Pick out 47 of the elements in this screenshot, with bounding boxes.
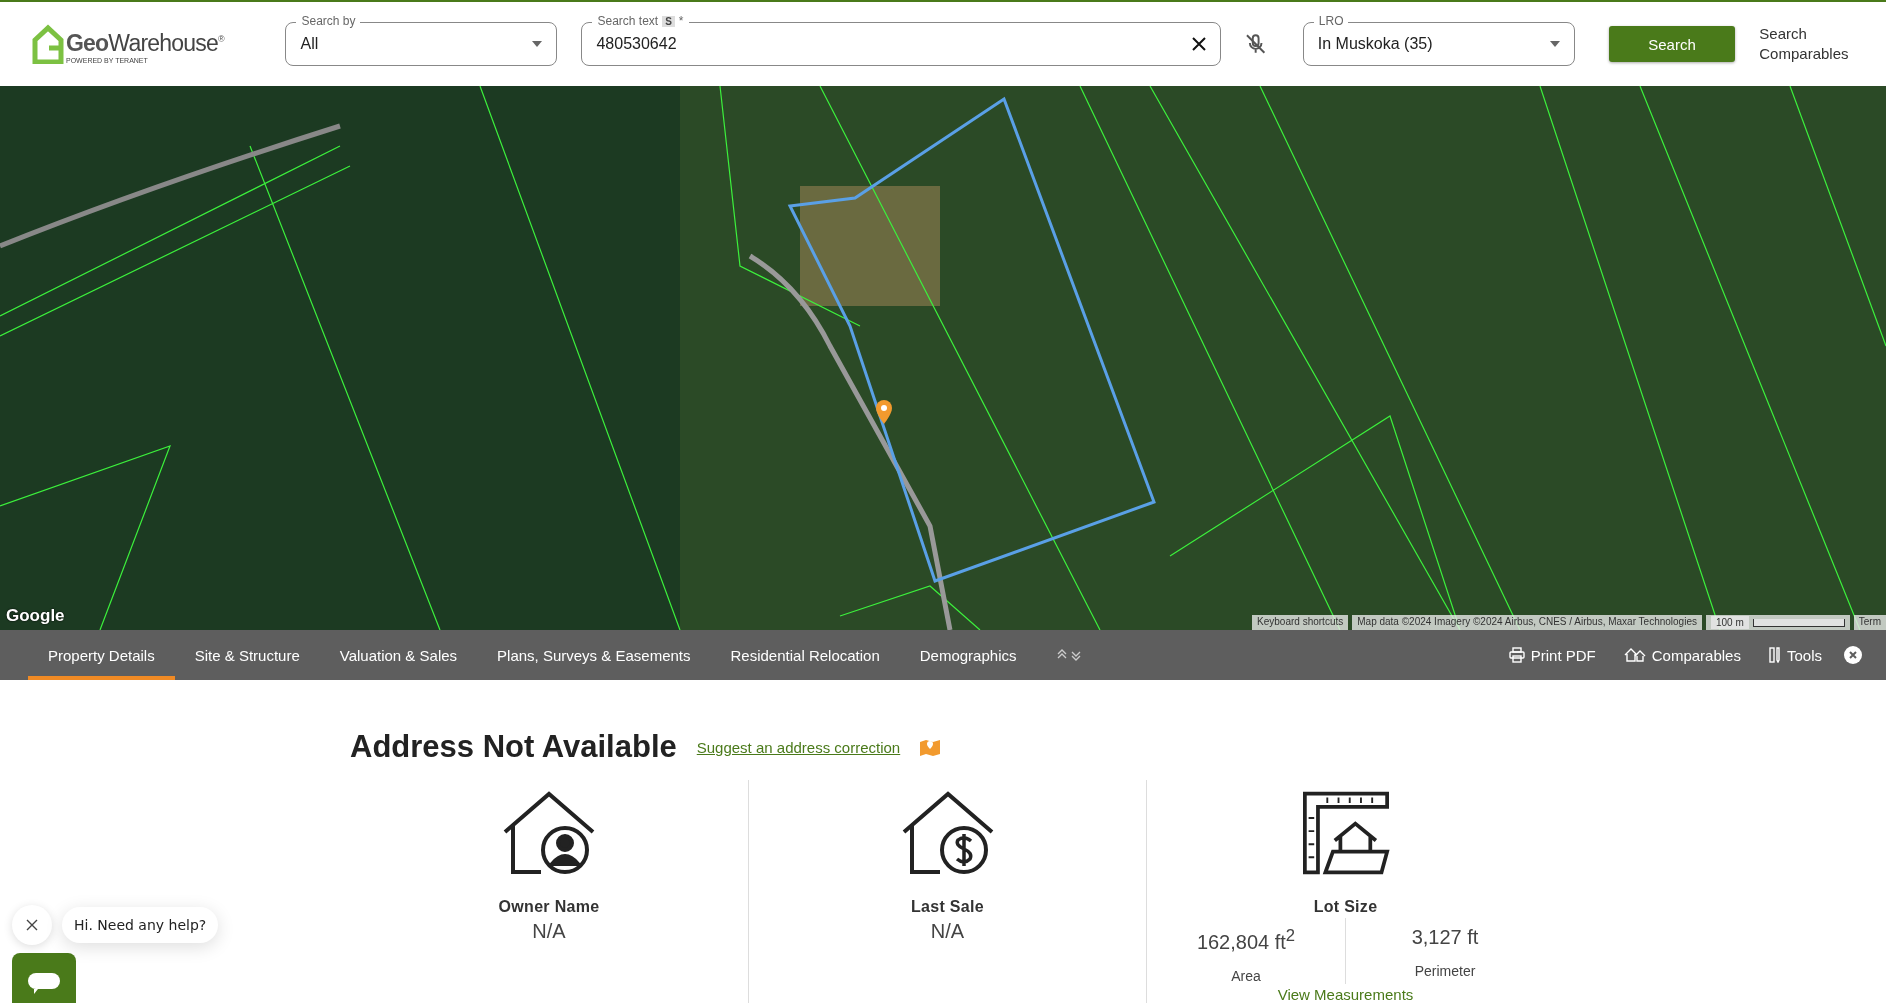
- map-provider-logo: Google: [6, 606, 65, 626]
- ruler-pencil-icon: [1768, 647, 1781, 663]
- section-tab[interactable]: Plans, Surveys & Easements: [477, 630, 711, 680]
- close-icon[interactable]: [1844, 646, 1862, 664]
- view-measurements-link[interactable]: View Measurements: [1277, 985, 1414, 1003]
- measure-value: 3,127 ft: [1411, 925, 1479, 949]
- collapse-expand-icon[interactable]: [1056, 648, 1083, 662]
- card-label: Lot Size: [1313, 898, 1378, 916]
- section-tab[interactable]: Demographics: [899, 630, 1037, 680]
- section-tab[interactable]: Residential Relocation: [710, 630, 900, 680]
- lot-measure-icon: [1300, 790, 1391, 876]
- map-attribution[interactable]: Map data ©2024 Imagery ©2024 Airbus, CNES / Airbus, Maxar Technologies: [1352, 615, 1702, 630]
- logo-wordmark: GeoWarehouse$^{®}$: [66, 32, 224, 55]
- toolbar-action[interactable]: Comparables: [1617, 645, 1747, 665]
- section-tab[interactable]: Property Details: [28, 630, 175, 680]
- measure-caption: Perimeter: [1414, 963, 1476, 979]
- chat-greeting: Hi. Need any help?: [62, 907, 219, 943]
- house-logo-icon: [32, 24, 64, 64]
- close-icon: [26, 919, 38, 931]
- chat-bubble-icon: [28, 973, 60, 995]
- card-value: N/A: [532, 920, 566, 943]
- dropdown-caret-icon: [532, 41, 543, 47]
- close-icon[interactable]: [1192, 37, 1207, 51]
- toolbar-action[interactable]: Print PDF: [1502, 645, 1602, 665]
- dropdown-caret-icon: [1549, 41, 1560, 47]
- mic-muted-icon[interactable]: [1245, 33, 1267, 55]
- map-attribution[interactable]: Keyboard shortcuts: [1252, 615, 1349, 630]
- address-title: Address Not Available: [350, 729, 677, 765]
- terms-link[interactable]: Term: [1853, 615, 1886, 630]
- satellite-map[interactable]: Google Keyboard shortcuts Map data ©2024 Imagery ©2024 Airbus, CNES / Airbus, Maxar Technologies 100 m Term: [0, 86, 1886, 630]
- search-comparables-link[interactable]: Search Comparables: [1759, 23, 1866, 65]
- houses-icon: [1623, 647, 1646, 663]
- suggest-correction-link[interactable]: Suggest an address correction: [696, 738, 901, 756]
- house-person-icon: [501, 790, 597, 876]
- section-tab[interactable]: Site & Structure: [174, 630, 320, 680]
- search-button[interactable]: Search: [1608, 26, 1736, 62]
- map-pin-icon[interactable]: [876, 400, 892, 424]
- map-scale: 100 m: [1705, 615, 1850, 630]
- toolbar-action[interactable]: Tools: [1762, 645, 1828, 665]
- chat-button[interactable]: [12, 953, 76, 1003]
- measure-value: 162,804 ft$^{2}$: [1196, 925, 1296, 954]
- card-value: N/A: [930, 920, 965, 943]
- card-label: Last Sale: [911, 898, 984, 916]
- card-label: Owner Name: [498, 898, 600, 916]
- printer-icon: [1508, 647, 1525, 663]
- section-tab[interactable]: Valuation & Sales: [319, 630, 478, 680]
- measure-caption: Area: [1231, 967, 1261, 984]
